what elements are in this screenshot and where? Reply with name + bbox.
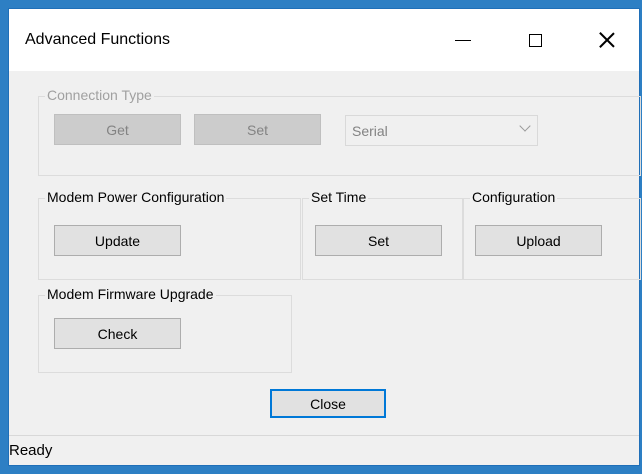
- connection-type-group: Connection Type Get Set Serial: [38, 87, 641, 176]
- connection-type-value: Serial: [352, 123, 388, 139]
- title-bar[interactable]: Advanced Functions: [9, 9, 639, 71]
- upload-button[interactable]: Upload: [475, 225, 602, 256]
- connection-get-button[interactable]: Get: [54, 114, 181, 145]
- close-window-button[interactable]: [579, 9, 635, 71]
- configuration-legend: Configuration: [470, 189, 558, 205]
- modem-power-legend: Modem Power Configuration: [45, 189, 227, 205]
- modem-power-group: Modem Power Configuration Update: [38, 189, 301, 280]
- minimize-button[interactable]: [435, 9, 491, 71]
- connection-type-legend: Connection Type: [45, 87, 154, 103]
- set-time-legend: Set Time: [309, 189, 369, 205]
- chevron-down-icon: [519, 120, 531, 132]
- maximize-button[interactable]: [507, 9, 563, 71]
- close-icon: [599, 32, 615, 48]
- window-title: Advanced Functions: [25, 31, 170, 48]
- update-button[interactable]: Update: [54, 225, 181, 256]
- advanced-functions-window: Advanced Functions Connection Type Get S…: [8, 8, 641, 466]
- check-button[interactable]: Check: [54, 318, 181, 349]
- connection-type-select[interactable]: Serial: [345, 115, 538, 146]
- minimize-icon: [455, 39, 471, 41]
- set-time-group: Set Time Set: [302, 189, 463, 280]
- status-text: Ready: [9, 442, 53, 459]
- close-button[interactable]: Close: [270, 389, 386, 418]
- connection-set-button[interactable]: Set: [194, 114, 321, 145]
- maximize-icon: [528, 33, 542, 47]
- set-time-button[interactable]: Set: [315, 225, 442, 256]
- status-bar: Ready: [9, 435, 639, 465]
- firmware-upgrade-group: Modem Firmware Upgrade Check: [38, 286, 292, 373]
- firmware-upgrade-legend: Modem Firmware Upgrade: [45, 286, 216, 302]
- configuration-group: Configuration Upload: [463, 189, 641, 280]
